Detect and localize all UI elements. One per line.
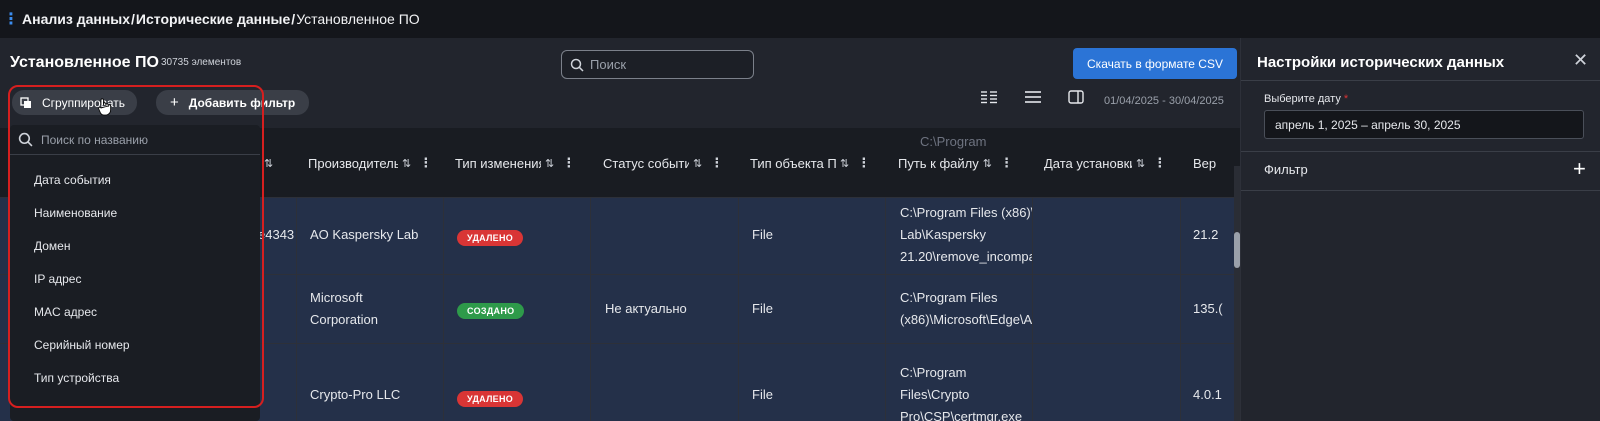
column-menu-icon[interactable]: ⋮ [710, 155, 723, 171]
sort-icon[interactable]: ⇅ [1136, 157, 1145, 170]
search-icon [570, 58, 584, 72]
column-menu-icon[interactable]: ⋮ [1153, 155, 1166, 171]
search-icon [18, 132, 33, 147]
date-range-label: 01/04/2025 - 30/04/2025 [1104, 95, 1224, 107]
filter-section-label: Фильтр [1264, 162, 1308, 177]
sort-icon[interactable]: ⇅ [402, 157, 411, 170]
date-range-field[interactable] [1264, 110, 1584, 139]
column-header-change-type[interactable]: Тип изменения ⇅ ⋮ [455, 128, 590, 198]
cell-file-path: C:\Program Files (x86)\K Lab\Kaspersky 2… [900, 205, 1032, 264]
search-box[interactable] [561, 50, 754, 79]
mouse-cursor-icon [98, 98, 111, 116]
add-filter-button[interactable]: + Добавить фильтр [156, 90, 310, 115]
divider [1241, 151, 1600, 152]
dropdown-search[interactable] [10, 125, 260, 155]
cell-object-type: File [752, 227, 773, 242]
sort-icon[interactable]: ⇅ [264, 157, 273, 170]
cell-vendor: AO Kaspersky Lab [310, 227, 419, 242]
breadcrumb: Анализ данных / Исторические данные / Ус… [22, 11, 420, 27]
close-icon[interactable]: ✕ [1573, 50, 1588, 71]
sort-icon[interactable]: ⇅ [545, 157, 554, 170]
group-by-dropdown: Дата события Наименование Домен IP адрес… [10, 125, 260, 421]
column-header-install-date[interactable]: Дата установки ⇅ ⋮ [1044, 128, 1179, 198]
group-option-event-date[interactable]: Дата события [10, 163, 260, 196]
required-mark: * [1343, 93, 1349, 105]
add-filter-label: Добавить фильтр [188, 95, 296, 110]
group-option-domain[interactable]: Домен [10, 229, 260, 262]
column-menu-icon[interactable]: ⋮ [857, 155, 870, 171]
cell-version: 21.2 [1193, 227, 1219, 242]
sort-icon[interactable]: ⇅ [840, 157, 849, 170]
cell-file-path: C:\Program Files (x86)\Microsoft\Edge\Ap [900, 290, 1032, 327]
list-view-icon[interactable] [1024, 90, 1042, 104]
cell-event-status: Не актуально [605, 301, 687, 316]
column-header-vendor[interactable]: Производитель ⇅ ⋮ [308, 128, 443, 198]
cell-version: 135.( [1193, 301, 1223, 316]
cell-version: 4.0.1 [1193, 387, 1222, 402]
breadcrumb-item-historical[interactable]: Исторические данные [136, 11, 290, 27]
column-header-version[interactable]: Вер [1193, 128, 1233, 198]
panel-title: Настройки исторических данных [1257, 54, 1505, 71]
cell-object-type: File [752, 301, 773, 316]
panel-view-icon[interactable] [1068, 90, 1084, 104]
historical-settings-panel: Настройки исторических данных ✕ Выберите… [1240, 38, 1600, 421]
plus-icon[interactable]: + [1573, 156, 1586, 182]
cell-name: e4343 [258, 227, 295, 242]
page-title: Установленное ПО [10, 54, 159, 71]
item-count: 30735 элементов [161, 57, 242, 68]
status-badge: СОЗДАНО [457, 303, 525, 319]
date-field-label: Выберите дату * [1264, 93, 1349, 105]
cell-change-type: СОЗДАНО [457, 299, 525, 321]
plus-icon: + [170, 94, 179, 111]
cell-vendor: Crypto-Pro LLC [310, 387, 401, 402]
group-option-device-type[interactable]: Тип устройства [10, 361, 260, 394]
status-badge: УДАЛЕНО [457, 230, 524, 246]
status-badge: УДАЛЕНО [457, 391, 524, 407]
column-header-object-type[interactable]: Тип объекта ПО ⇅ ⋮ [750, 128, 885, 198]
cell-vendor: Microsoft Corporation [310, 290, 378, 327]
column-header-event-status[interactable]: Статус события ⇅ ⋮ [603, 128, 738, 198]
divider [1241, 80, 1600, 81]
sort-icon[interactable]: ⇅ [983, 157, 992, 170]
group-option-mac[interactable]: MAC адрес [10, 295, 260, 328]
group-button[interactable]: Сгруппировать [12, 90, 138, 115]
view-toggle-group [980, 90, 1084, 104]
group-option-name[interactable]: Наименование [10, 196, 260, 229]
cell-object-type: File [752, 387, 773, 402]
column-header-file-path[interactable]: Путь к файлу ⇅ ⋮ [898, 128, 1033, 198]
group-icon [20, 96, 31, 108]
vertical-dots-icon[interactable]: ⋮ [0, 0, 22, 38]
column-header-name[interactable]: ⇅ [260, 128, 292, 198]
sort-icon[interactable]: ⇅ [693, 157, 702, 170]
cell-change-type: УДАЛЕНО [457, 226, 524, 248]
cell-file-path: C:\Program Files\Crypto Pro\CSP\certmgr.… [900, 365, 1023, 421]
download-csv-button[interactable]: Скачать в формате CSV [1073, 48, 1237, 79]
breadcrumb-item-current: Установленное ПО [296, 11, 420, 27]
top-bar: ⋮ Анализ данных / Исторические данные / … [0, 0, 1600, 38]
group-option-ip[interactable]: IP адрес [10, 262, 260, 295]
column-menu-icon[interactable]: ⋮ [419, 155, 432, 171]
cell-change-type: УДАЛЕНО [457, 387, 524, 409]
compact-view-icon[interactable] [980, 90, 998, 104]
divider [1241, 190, 1600, 191]
column-menu-icon[interactable]: ⋮ [562, 155, 575, 171]
breadcrumb-item-analysis[interactable]: Анализ данных [22, 11, 130, 27]
group-option-serial[interactable]: Серийный номер [10, 328, 260, 361]
search-input[interactable] [590, 57, 740, 72]
dropdown-search-input[interactable] [41, 132, 241, 147]
column-menu-icon[interactable]: ⋮ [1000, 155, 1013, 171]
group-button-label: Сгруппировать [42, 95, 126, 110]
